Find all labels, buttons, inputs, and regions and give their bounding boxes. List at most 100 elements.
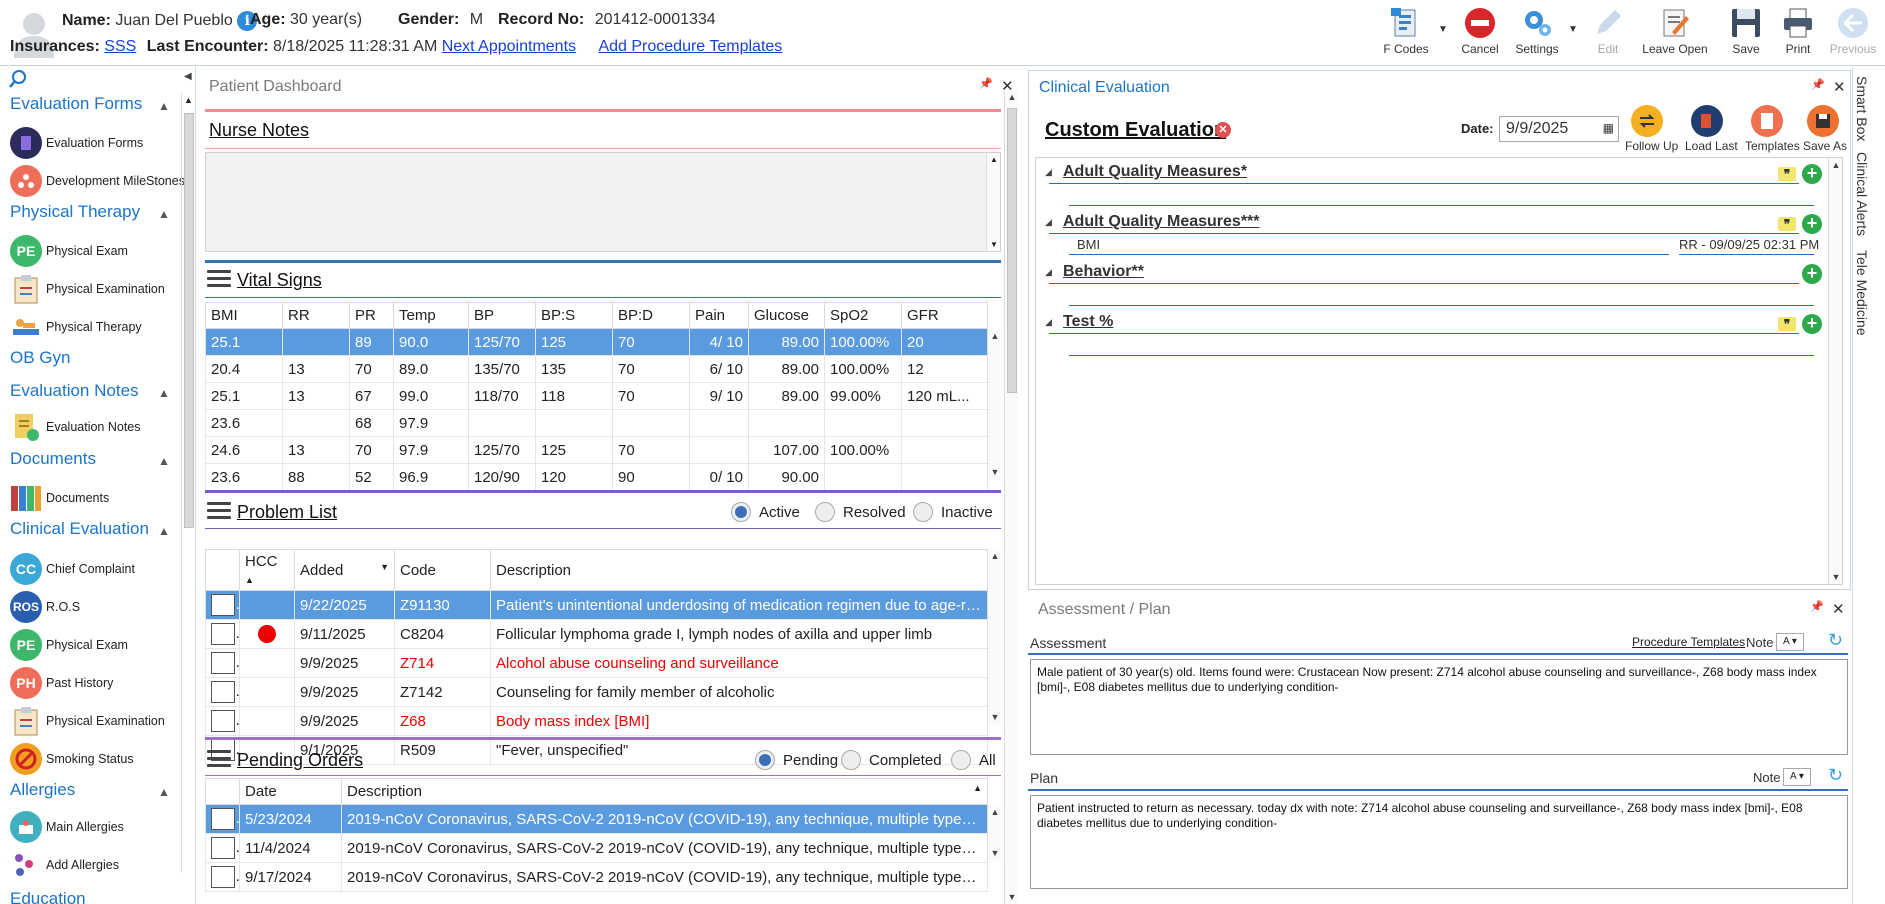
sidebar-item-physical-examination-2[interactable]: Physical Examination	[10, 705, 165, 737]
calendar-icon[interactable]: ▦	[1603, 121, 1614, 135]
leave-open-button[interactable]: Leave Open	[1640, 4, 1710, 62]
add-procedure-templates-link[interactable]: Add Procedure Templates	[598, 38, 782, 55]
row-checkbox[interactable]	[211, 681, 235, 703]
sidebar-section-clinical-evaluation[interactable]: Clinical Evaluation	[10, 519, 149, 539]
sidebar-scrollbar[interactable]: ▲ ▼	[181, 93, 195, 873]
sidebar-section-allergies[interactable]: Allergies	[10, 780, 75, 800]
column-header[interactable]: GFR	[901, 302, 988, 329]
date-field[interactable]: 9/9/2025 ▦	[1499, 116, 1619, 142]
column-header[interactable]: Code	[394, 549, 491, 591]
filter-active-radio[interactable]: Active	[731, 502, 800, 522]
sidebar-section-ob-gyn[interactable]: OB Gyn	[10, 348, 70, 368]
collapse-triangle-icon[interactable]: ◢	[1045, 317, 1052, 328]
save-as-button[interactable]	[1807, 105, 1839, 137]
table-row[interactable]: 23.6 68 97.9	[205, 409, 988, 437]
table-row[interactable]: 9/22/2025 Z91130 Patient's unintentional u…	[205, 590, 988, 620]
row-checkbox[interactable]	[211, 837, 235, 859]
table-row[interactable]: 24.6 13 70 97.9 125/70 125 70 107.00 100.00%	[205, 436, 988, 464]
follow-up-button[interactable]	[1631, 105, 1663, 137]
sidebar-item-physical-exam-2[interactable]: PE Physical Exam	[10, 629, 128, 661]
fcodes-button[interactable]: F Codes	[1378, 4, 1434, 62]
chevron-up-icon[interactable]: ▲	[158, 524, 170, 538]
close-icon[interactable]: ✕	[1833, 78, 1846, 96]
note-format-dropdown[interactable]: A ▾	[1783, 768, 1811, 786]
table-row[interactable]: 9/17/2024 2019-nCoV Coronavirus, SARS-CoV…	[205, 862, 988, 892]
collapse-triangle-icon[interactable]: ◢	[1045, 267, 1052, 278]
column-header[interactable]: Glucose	[748, 302, 825, 329]
table-row[interactable]: 25.1 89 90.0 125/70 125 70 4/ 10 89.00 100.00% 20	[205, 328, 988, 356]
column-header[interactable]: PR	[349, 302, 394, 329]
print-button[interactable]: Print	[1778, 4, 1818, 62]
settings-button[interactable]: Settings	[1510, 4, 1564, 62]
close-icon[interactable]: ✕	[1832, 600, 1845, 618]
column-header[interactable]: BP:D	[612, 302, 690, 329]
tab-clinical-alerts[interactable]: Clinical Alerts	[1854, 152, 1870, 236]
filter-inactive-radio[interactable]: Inactive	[913, 502, 993, 522]
sidebar-section-documents[interactable]: Documents	[10, 449, 96, 469]
insurance-link[interactable]: SSS	[104, 38, 136, 55]
refresh-icon[interactable]: ↻	[1828, 765, 1843, 786]
collapse-triangle-icon[interactable]: ◢	[1045, 167, 1052, 178]
column-header[interactable]: BP:S	[535, 302, 613, 329]
eval-group-behavior[interactable]: ◢ Behavior**	[1043, 263, 1823, 283]
eval-group-adult-quality-measures-3[interactable]: ◢ Adult Quality Measures***	[1043, 213, 1823, 233]
chevron-up-icon[interactable]: ▲	[158, 207, 170, 221]
table-row[interactable]: 5/23/2024 2019-nCoV Coronavirus, SARS-CoV…	[205, 804, 988, 834]
filter-completed-radio[interactable]: Completed	[841, 750, 942, 770]
row-checkbox[interactable]	[211, 866, 235, 888]
sidebar-item-evaluation-notes[interactable]: Evaluation Notes	[10, 411, 141, 443]
sidebar-section-physical-therapy[interactable]: Physical Therapy	[10, 202, 140, 222]
sidebar-item-past-history[interactable]: PH Past History	[10, 667, 113, 699]
next-appointments-link[interactable]: Next Appointments	[442, 38, 576, 55]
row-checkbox[interactable]	[211, 710, 235, 732]
column-header-description[interactable]: Description ▲	[341, 778, 988, 805]
sidebar-item-documents[interactable]: Documents	[10, 482, 109, 514]
column-header[interactable]: Description	[490, 549, 988, 591]
table-row[interactable]: 9/9/2025 Z68 Body mass index [BMI]	[205, 706, 988, 736]
column-header[interactable]: BP	[468, 302, 536, 329]
filter-pending-radio[interactable]: Pending	[755, 750, 838, 770]
chevron-up-icon[interactable]: ▲	[158, 454, 170, 468]
tab-smart-box[interactable]: Smart Box	[1854, 76, 1870, 141]
column-header[interactable]: Pain	[689, 302, 749, 329]
add-icon[interactable]: +	[1802, 314, 1822, 334]
chevron-up-icon[interactable]: ▲	[158, 99, 170, 113]
edit-button[interactable]: Edit	[1588, 4, 1628, 62]
pin-icon[interactable]: 📌	[979, 77, 993, 90]
chevron-up-icon[interactable]: ▲	[158, 785, 170, 799]
sidebar-item-physical-exam[interactable]: PE Physical Exam	[10, 235, 128, 267]
sidebar-item-physical-therapy[interactable]: Physical Therapy	[10, 311, 142, 343]
table-row[interactable]: 23.6 88 52 96.9 120/90 120 90 0/ 10 90.00	[205, 463, 988, 491]
nurse-notes-textarea[interactable]: ▲ ▼	[205, 152, 1001, 252]
add-icon[interactable]: +	[1802, 214, 1822, 234]
evaluation-scrollbar[interactable]: ▲ ▼	[1828, 158, 1842, 584]
sidebar-section-evaluation-forms[interactable]: Evaluation Forms	[10, 94, 142, 114]
problem-list-scrollbar[interactable]: ▲ ▼	[987, 549, 1001, 724]
eval-group-adult-quality-measures[interactable]: ◢ Adult Quality Measures*	[1043, 163, 1823, 183]
column-header[interactable]: RR	[282, 302, 350, 329]
table-row[interactable]: 20.4 13 70 89.0 135/70 135 70 6/ 10 89.00 100.00%…	[205, 355, 988, 383]
row-checkbox[interactable]	[211, 594, 235, 616]
chevron-up-icon[interactable]: ▲	[158, 386, 170, 400]
collapse-triangle-icon[interactable]: ◢	[1045, 217, 1052, 228]
sidebar-item-main-allergies[interactable]: Main Allergies	[10, 811, 124, 843]
table-row[interactable]: 9/11/2025 C8204 Follicular lymphoma grade …	[205, 619, 988, 649]
sidebar-item-chief-complaint[interactable]: CC Chief Complaint	[10, 553, 135, 585]
table-row[interactable]: 25.1 13 67 99.0 118/70 118 70 9/ 10 89.00 99.00% 1…	[205, 382, 988, 410]
dashboard-scrollbar[interactable]: ▲ ▼	[1004, 90, 1018, 904]
sidebar-item-add-allergies[interactable]: Add Allergies	[10, 849, 119, 881]
scrollbar-thumb[interactable]	[184, 113, 194, 528]
quote-icon[interactable]: ❞	[1778, 217, 1796, 231]
sidebar-item-development-milestones[interactable]: Development MileStones	[10, 165, 185, 197]
sidebar-section-evaluation-notes[interactable]: Evaluation Notes	[10, 381, 139, 401]
column-header[interactable]: SpO2	[824, 302, 902, 329]
quote-icon[interactable]: ❞	[1778, 167, 1796, 181]
eval-field-bmi[interactable]: BMI	[1077, 237, 1100, 252]
add-icon[interactable]: +	[1802, 264, 1822, 284]
remove-icon[interactable]: ✕	[1215, 122, 1231, 138]
table-row[interactable]: 9/9/2025 Z7142 Counseling for family membe…	[205, 677, 988, 707]
search-icon[interactable]	[8, 69, 28, 93]
orders-scrollbar[interactable]: ▲ ▼	[987, 805, 1001, 860]
table-row[interactable]: 11/4/2024 2019-nCoV Coronavirus, SARS-CoV…	[205, 833, 988, 863]
row-checkbox[interactable]	[211, 623, 235, 645]
